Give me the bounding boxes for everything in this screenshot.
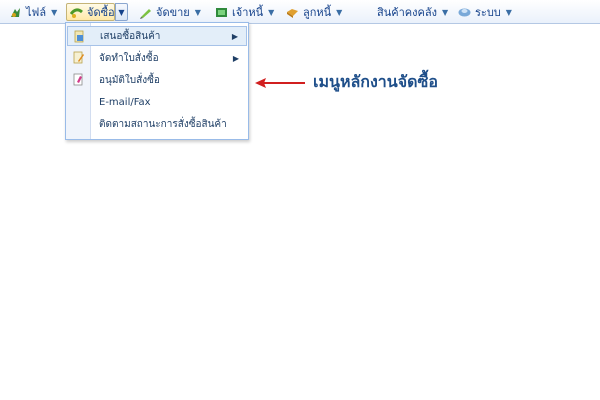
menu-item-label: E-mail/Fax [99, 96, 151, 108]
menu-file[interactable]: ไฟล์ ▼ [6, 3, 60, 21]
chevron-down-icon: ▼ [118, 7, 125, 17]
purchase-icon [69, 6, 83, 19]
menu-payable-label: เจ้าหนี้ [232, 6, 264, 19]
file-icon [9, 6, 22, 19]
chevron-down-icon: ▼ [51, 7, 58, 17]
submenu-arrow-icon: ▶ [231, 31, 238, 41]
menu-purchase[interactable]: จัดซื้อ [66, 3, 115, 21]
menu-item-email-fax[interactable]: E-mail/Fax [67, 92, 247, 112]
menu-receivable[interactable]: ลูกหนี้ ▼ [283, 3, 345, 21]
submenu-arrow-icon: ▶ [232, 53, 239, 63]
chevron-down-icon: ▼ [268, 7, 275, 17]
menu-system[interactable]: ระบบ ▼ [455, 3, 515, 21]
annotation-text: เมนูหลักงานจัดซื้อ [313, 72, 438, 91]
menu-item-track-order-status[interactable]: ติดตามสถานะการสั่งซื้อสินค้า [67, 114, 247, 134]
red-arrow-icon [255, 78, 305, 88]
quote-request-icon [73, 30, 86, 43]
menu-item-create-po[interactable]: จัดทำใบสั่งซื้อ ▶ [67, 48, 247, 68]
menu-system-label: ระบบ [475, 6, 501, 19]
menu-item-label: ติดตามสถานะการสั่งซื้อสินค้า [99, 118, 227, 130]
menu-item-purchase-request[interactable]: เสนอซื้อสินค้า ▶ [67, 26, 247, 46]
chevron-down-icon: ▼ [441, 7, 449, 17]
purchase-dropdown-toggle[interactable]: ▼ [115, 3, 128, 21]
create-po-icon [72, 51, 85, 64]
menu-bar: ไฟล์ ▼ จัดซื้อ ▼ จัดขาย ▼ เจ้าหนี้ ▼ ลูก… [0, 0, 600, 24]
menu-file-label: ไฟล์ [26, 6, 47, 19]
menu-receivable-label: ลูกหนี้ [303, 6, 332, 19]
menu-purchase-label: จัดซื้อ [87, 6, 115, 19]
chevron-down-icon: ▼ [505, 7, 512, 17]
annotation: เมนูหลักงานจัดซื้อ [253, 70, 473, 96]
chevron-down-icon: ▼ [194, 7, 201, 17]
payable-icon [215, 6, 228, 19]
menu-item-label: เสนอซื้อสินค้า [100, 30, 161, 42]
receivable-icon [286, 6, 299, 19]
menu-item-label: อนุมัติใบสั่งซื้อ [99, 74, 160, 86]
menu-sales[interactable]: จัดขาย ▼ [136, 3, 204, 21]
menu-payable[interactable]: เจ้าหนี้ ▼ [212, 3, 277, 21]
purchase-dropdown-menu: เสนอซื้อสินค้า ▶ จัดทำใบสั่งซื้อ ▶ อนุมั… [65, 22, 249, 140]
menu-inventory[interactable]: สินค้าคงคลัง ▼ [374, 3, 451, 21]
menu-sales-label: จัดขาย [156, 6, 190, 19]
menu-item-label: จัดทำใบสั่งซื้อ [99, 52, 159, 64]
menu-inventory-label: สินค้าคงคลัง [377, 6, 437, 19]
menu-item-approve-po[interactable]: อนุมัติใบสั่งซื้อ [67, 70, 247, 90]
chevron-down-icon: ▼ [336, 7, 343, 17]
system-icon [458, 6, 471, 19]
approve-po-icon [72, 73, 85, 86]
sales-icon [139, 6, 152, 19]
